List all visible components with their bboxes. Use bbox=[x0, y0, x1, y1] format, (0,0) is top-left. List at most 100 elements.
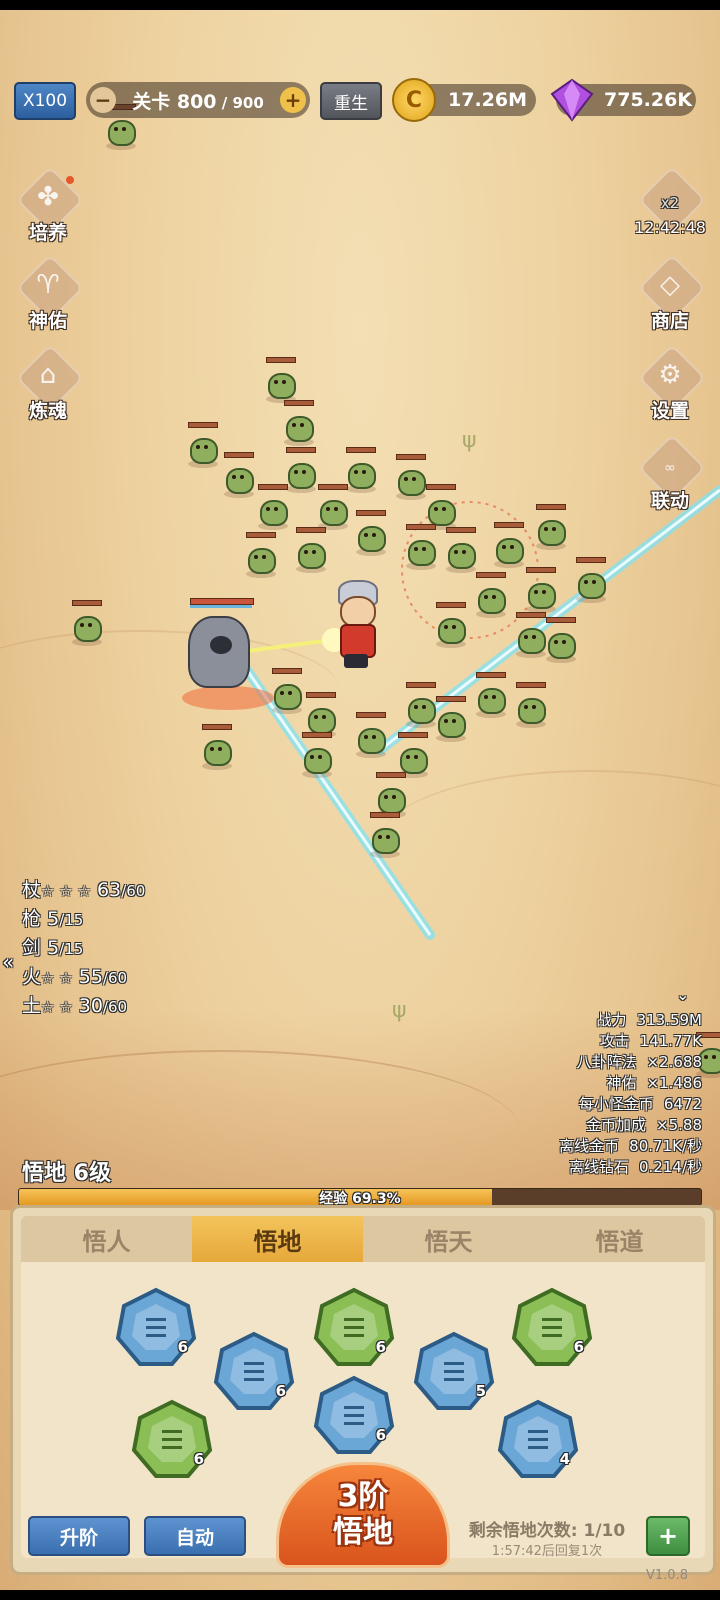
trigram-gem[interactable]: 6 bbox=[114, 1286, 198, 1370]
trigram-gem[interactable]: 6 bbox=[130, 1398, 214, 1482]
link-button[interactable]: ∞ 联动 bbox=[630, 434, 710, 518]
upgrade-button[interactable]: 升阶 bbox=[28, 1516, 130, 1556]
weapon-max: /60 bbox=[102, 969, 128, 987]
stat-label: 每小怪金币 bbox=[578, 1095, 654, 1113]
gem-count: 6 bbox=[375, 1426, 386, 1444]
monster-body bbox=[400, 748, 428, 774]
shop-button[interactable]: ◇ 商店 bbox=[630, 254, 710, 338]
monster-hp-bar bbox=[356, 712, 386, 718]
trigram-gem[interactable]: 6 bbox=[312, 1286, 396, 1370]
speed-multiplier-button[interactable]: X100 bbox=[14, 82, 76, 120]
collapse-arrow-icon[interactable]: « bbox=[2, 950, 14, 974]
stat-row: 金币加成 ×5.88 bbox=[559, 1115, 702, 1136]
exp-label: 经验 69.3% bbox=[319, 1191, 401, 1206]
goblin-monster bbox=[196, 724, 236, 772]
auto-button[interactable]: 自动 bbox=[144, 1516, 246, 1556]
monster-body bbox=[348, 463, 376, 489]
add-attempts-button[interactable]: + bbox=[646, 1516, 690, 1556]
monster-eye bbox=[88, 623, 92, 627]
monster-eye bbox=[492, 695, 496, 699]
weapon-max: /60 bbox=[102, 998, 128, 1016]
monster-eye bbox=[384, 795, 388, 799]
monster-eye bbox=[462, 550, 466, 554]
trigram-icon bbox=[313, 1287, 395, 1366]
rebirth-button[interactable]: 重生 bbox=[320, 82, 382, 120]
stat-row: 离线钻石 0.214/秒 bbox=[559, 1157, 702, 1178]
gem-shop-icon: ◇ bbox=[660, 270, 680, 300]
main-button-line1: 3阶 bbox=[337, 1479, 389, 1514]
level-minus-button[interactable]: − bbox=[90, 87, 116, 113]
level-selector: − 关卡 800 / 900 + bbox=[86, 82, 310, 118]
trigram-gem[interactable]: 6 bbox=[510, 1286, 594, 1370]
monster-eye bbox=[532, 705, 536, 709]
monster-eye bbox=[524, 635, 528, 639]
monster-hp-bar bbox=[516, 682, 546, 688]
monster-body bbox=[518, 698, 546, 724]
monster-hp-bar bbox=[406, 682, 436, 688]
weapon-row: 土☆ ☆ 30/60 bbox=[22, 992, 145, 1021]
tab-wu-tian[interactable]: 悟天 bbox=[363, 1216, 534, 1262]
diamond-icon bbox=[550, 78, 594, 122]
monster-eye bbox=[552, 527, 556, 531]
monster-eye bbox=[484, 695, 488, 699]
tab-wu-di[interactable]: 悟地 bbox=[192, 1216, 363, 1262]
monster-eye bbox=[314, 715, 318, 719]
stat-value: 141.77K bbox=[639, 1032, 702, 1050]
trigram-gem[interactable]: 6 bbox=[312, 1374, 396, 1458]
gem-count: 6 bbox=[193, 1450, 204, 1468]
monster-eye bbox=[318, 755, 322, 759]
boss-hp-bar bbox=[190, 598, 254, 605]
soul-refine-button[interactable]: ⌂ 炼魂 bbox=[8, 344, 88, 428]
monster-body bbox=[108, 120, 136, 146]
monster-body bbox=[304, 748, 332, 774]
tab-wu-dao[interactable]: 悟道 bbox=[534, 1216, 705, 1262]
weapon-max: /15 bbox=[59, 911, 84, 929]
level-current: 800 bbox=[176, 90, 217, 113]
expand-arrow-icon[interactable]: ⌄ bbox=[676, 985, 689, 1004]
goblin-monster bbox=[430, 602, 470, 650]
trigram-icon bbox=[131, 1399, 213, 1478]
soul-refine-label: 炼魂 bbox=[28, 400, 67, 422]
trigram-gem[interactable]: 4 bbox=[496, 1398, 580, 1482]
goblin-monster bbox=[182, 422, 222, 470]
monster-eye bbox=[392, 795, 396, 799]
coin-amount: 17.26M bbox=[448, 89, 528, 111]
shop-label: 商店 bbox=[650, 310, 689, 332]
settings-button[interactable]: ⚙ 设置 bbox=[630, 344, 710, 428]
monster-eye bbox=[404, 477, 408, 481]
goblin-monster bbox=[540, 617, 580, 665]
monster-eye bbox=[414, 755, 418, 759]
monster-eye bbox=[326, 507, 330, 511]
weapon-stars: ☆ ☆ bbox=[41, 998, 73, 1016]
cultivate-button[interactable]: ✤ 培养 bbox=[8, 166, 88, 250]
trigram-gem[interactable]: 6 bbox=[212, 1330, 296, 1414]
weapon-row: 火☆ ☆ 55/60 bbox=[22, 963, 145, 992]
hero-legs bbox=[344, 654, 368, 668]
monster-eye bbox=[542, 590, 546, 594]
monster-hp-bar bbox=[526, 567, 556, 573]
monster-hp-bar bbox=[406, 524, 436, 530]
boss-monster bbox=[182, 598, 262, 698]
goblin-monster bbox=[364, 812, 404, 860]
monster-eye bbox=[502, 545, 506, 549]
trigram-icon bbox=[213, 1331, 295, 1410]
monster-body bbox=[538, 520, 566, 546]
blessing-icon: ♈ bbox=[36, 270, 60, 300]
level-plus-button[interactable]: + bbox=[280, 87, 306, 113]
trigram-icon bbox=[413, 1331, 495, 1410]
double-boost-button[interactable]: x2 12:42:48 bbox=[630, 166, 710, 250]
level-prefix: 关卡 bbox=[132, 90, 171, 113]
monster-eye bbox=[434, 507, 438, 511]
weapon-max: /15 bbox=[59, 940, 84, 958]
goblin-monster bbox=[278, 400, 318, 448]
monster-eye bbox=[300, 423, 304, 427]
monster-eye bbox=[362, 470, 366, 474]
level-separator: / bbox=[216, 93, 233, 112]
monster-hp-bar bbox=[246, 532, 276, 538]
tab-wu-ren[interactable]: 悟人 bbox=[21, 1216, 192, 1262]
gem-count: 5 bbox=[475, 1382, 486, 1400]
monster-eye bbox=[534, 590, 538, 594]
trigram-gem[interactable]: 5 bbox=[412, 1330, 496, 1414]
blessing-button[interactable]: ♈ 神佑 bbox=[8, 254, 88, 338]
monster-eye bbox=[210, 747, 214, 751]
